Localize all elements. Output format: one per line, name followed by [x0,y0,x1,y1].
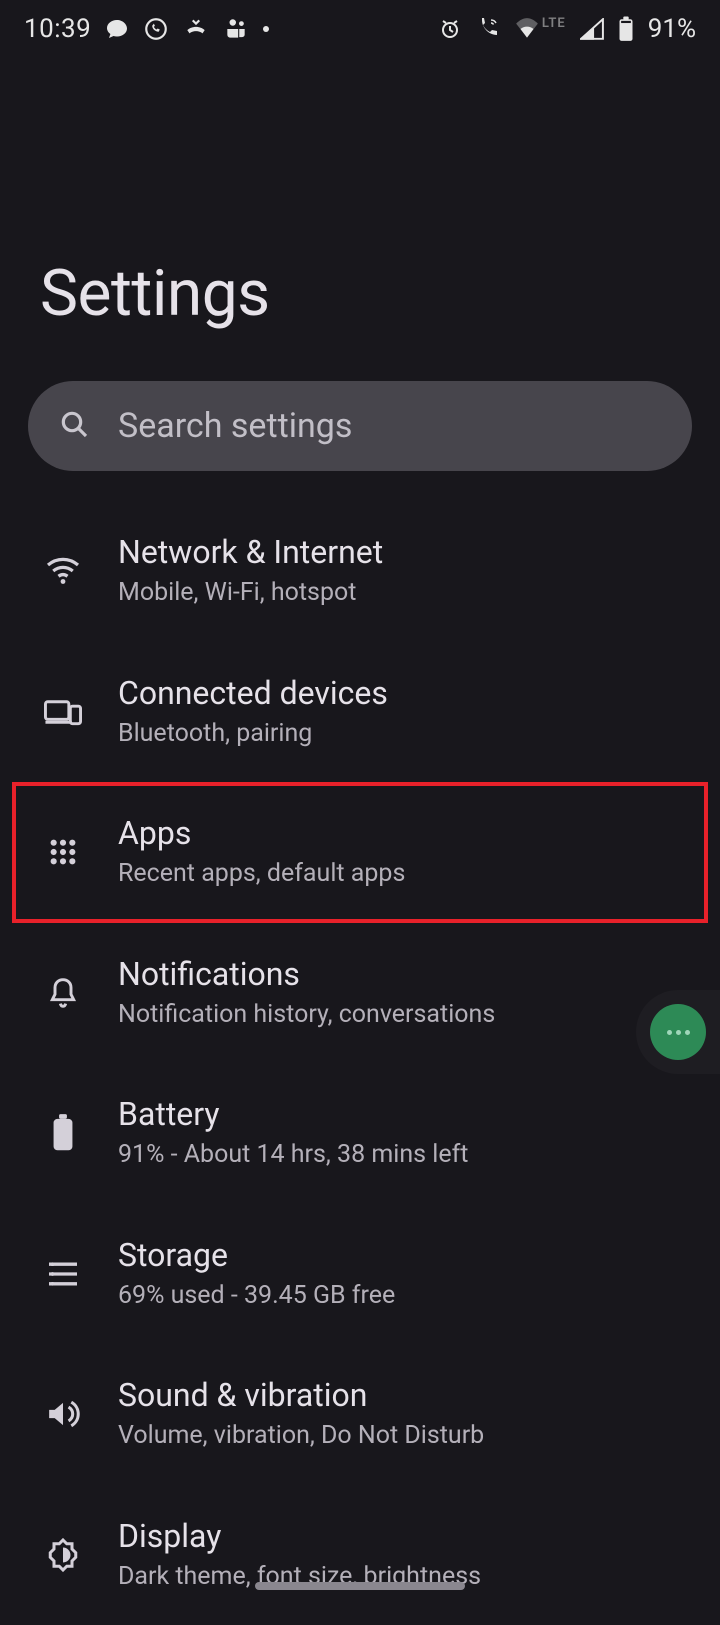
apps-grid-icon [34,836,92,868]
search-icon [58,408,90,444]
item-title: Storage [118,1236,395,1274]
settings-item-battery[interactable]: Battery 91% - About 14 hrs, 38 mins left [12,1063,708,1204]
signal-icon [580,18,604,40]
battery-percent: 91% [648,14,696,44]
item-title: Apps [118,814,405,852]
alarm-icon [438,17,462,41]
status-time: 10:39 [24,14,91,44]
lte-label: LTE [542,16,566,31]
item-title: Notifications [118,955,495,993]
settings-item-devices[interactable]: Connected devices Bluetooth, pairing [12,642,708,783]
assist-fab[interactable] [636,990,720,1074]
item-subtitle: Notification history, conversations [118,999,495,1032]
nav-handle[interactable] [255,1582,465,1590]
search-input[interactable]: Search settings [28,381,692,471]
wifi-icon [514,18,540,40]
status-left: 10:39 [24,14,269,44]
bell-icon [34,975,92,1011]
item-title: Display [118,1517,481,1555]
settings-item-network[interactable]: Network & Internet Mobile, Wi-Fi, hotspo… [12,501,708,642]
battery-icon [34,1114,92,1152]
item-subtitle: Mobile, Wi-Fi, hotspot [118,577,383,610]
search-placeholder: Search settings [118,406,352,446]
missed-call-icon [183,16,209,42]
item-title: Connected devices [118,674,388,712]
settings-item-sound[interactable]: Sound & vibration Volume, vibration, Do … [12,1344,708,1485]
item-title: Battery [118,1095,468,1133]
settings-item-display[interactable]: Display Dark theme, font size, brightnes… [12,1485,708,1625]
settings-item-apps[interactable]: Apps Recent apps, default apps [12,782,708,923]
battery-icon [618,16,634,42]
item-subtitle: 91% - About 14 hrs, 38 mins left [118,1139,468,1172]
teams-icon [223,16,249,42]
chat-icon [105,17,129,41]
item-title: Sound & vibration [118,1376,484,1414]
item-subtitle: Recent apps, default apps [118,858,405,891]
item-subtitle: Bluetooth, pairing [118,718,388,751]
wifi-calling-icon [476,17,500,41]
item-title: Network & Internet [118,533,383,571]
wifi-icon [34,557,92,585]
brightness-icon [34,1537,92,1573]
storage-icon [34,1260,92,1288]
status-right: LTE 91% [438,14,696,44]
settings-item-notifications[interactable]: Notifications Notification history, conv… [12,923,708,1064]
volume-icon [34,1398,92,1430]
page-title: Settings [0,56,720,371]
settings-list: Network & Internet Mobile, Wi-Fi, hotspo… [0,501,720,1625]
whatsapp-icon [143,16,169,42]
item-subtitle: Volume, vibration, Do Not Disturb [118,1420,484,1453]
more-icon [650,1004,706,1060]
more-notifications-dot [263,26,269,32]
status-bar: 10:39 LTE 91% [0,0,720,56]
item-subtitle: 69% used - 39.45 GB free [118,1280,395,1313]
settings-item-storage[interactable]: Storage 69% used - 39.45 GB free [12,1204,708,1345]
devices-icon [34,697,92,727]
